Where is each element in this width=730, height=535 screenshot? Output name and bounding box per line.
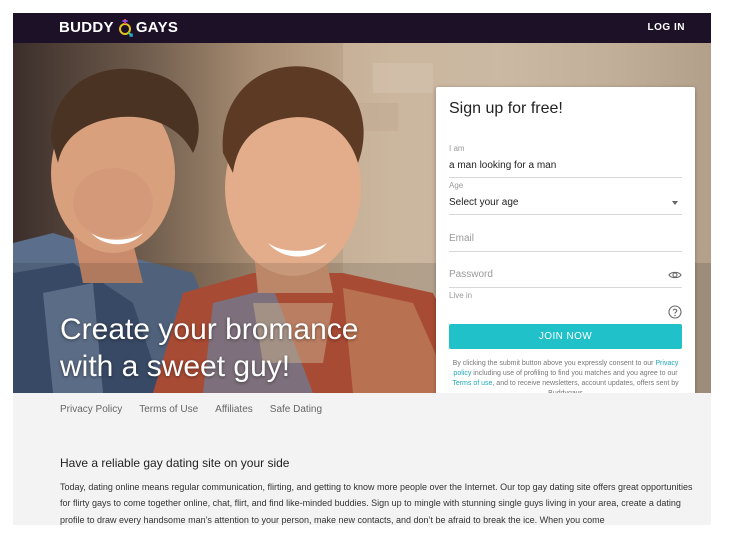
chevron-down-icon	[672, 201, 678, 205]
login-link[interactable]: LOG IN	[648, 22, 685, 33]
gender-symbol-icon	[118, 19, 133, 37]
hero-headline-line1: Create your bromance	[60, 313, 359, 346]
consent-part-2: including use of profiling to find you m…	[473, 370, 678, 377]
hero-headline-line2: with a sweet guy!	[60, 350, 291, 383]
live-in-field[interactable]: Live in	[449, 291, 682, 324]
iam-field[interactable]: I am a man looking for a man	[449, 144, 682, 178]
signup-card: Sign up for free! I am a man looking for…	[436, 87, 695, 393]
seo-paragraph: Today, dating online means regular commu…	[60, 482, 693, 525]
eye-icon[interactable]	[668, 268, 682, 282]
footer-link-affiliates[interactable]: Affiliates	[215, 404, 253, 415]
consent-text: By clicking the submit button above you …	[450, 359, 681, 393]
hero-banner: Create your bromance with a sweet guy! S…	[13, 43, 711, 393]
page-frame: BUDDY GAYS LOG IN Create your bromance w…	[13, 13, 711, 525]
age-label: Age	[449, 181, 464, 190]
iam-value: a man looking for a man	[449, 160, 557, 171]
age-select[interactable]: Age Select your age	[449, 181, 682, 215]
hero-headline: Create your bromance with a sweet guy!	[60, 311, 358, 385]
signup-title: Sign up for free!	[449, 100, 563, 117]
logo-text-left: BUDDY	[59, 19, 114, 36]
consent-part-1: By clicking the submit button above you …	[452, 360, 654, 367]
email-field[interactable]: Email	[449, 218, 682, 252]
iam-label: I am	[449, 144, 465, 153]
footer-link-safe-dating[interactable]: Safe Dating	[270, 404, 322, 415]
site-logo[interactable]: BUDDY GAYS	[59, 18, 178, 38]
password-placeholder: Password	[449, 269, 493, 280]
seo-heading: Have a reliable gay dating site on your …	[60, 456, 290, 470]
top-navbar: BUDDY GAYS LOG IN	[13, 13, 711, 43]
join-now-button[interactable]: JOIN NOW	[449, 324, 682, 349]
footer-link-privacy-policy[interactable]: Privacy Policy	[60, 404, 122, 415]
logo-text-right: GAYS	[135, 19, 179, 36]
password-field[interactable]: Password	[449, 254, 682, 288]
age-value: Select your age	[449, 197, 519, 208]
footer-link-terms-of-use[interactable]: Terms of Use	[139, 404, 198, 415]
consent-part-3: , and to receive newsletters, account up…	[492, 380, 679, 393]
footer-nav: Privacy Policy Terms of Use Affiliates S…	[60, 404, 322, 415]
help-icon[interactable]	[668, 305, 682, 319]
live-in-label: Live in	[449, 291, 473, 300]
terms-of-use-link[interactable]: Terms of use	[452, 380, 492, 387]
email-placeholder: Email	[449, 233, 475, 244]
